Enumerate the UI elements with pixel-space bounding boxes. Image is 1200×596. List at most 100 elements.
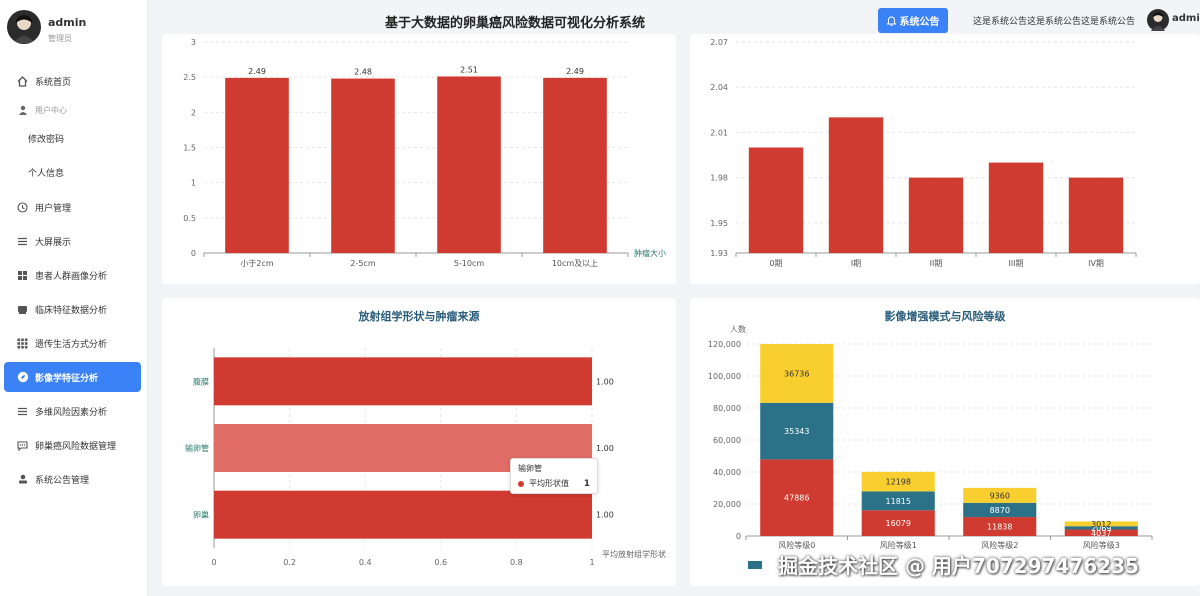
sidebar-item-notice-management[interactable]: 系统公告管理 xyxy=(0,464,148,494)
sidebar-item-label: 修改密码 xyxy=(28,134,65,145)
chart-title: 放射组学形状与肿瘤来源 xyxy=(358,310,480,323)
segment-value-label: 3012 xyxy=(1091,520,1111,529)
sidebar-item-label: 临床特征数据分析 xyxy=(35,305,108,316)
segment-value-label: 8870 xyxy=(990,506,1010,515)
y-tick-label: 2.07 xyxy=(710,38,728,47)
y-tick-label: 3 xyxy=(191,38,196,47)
card-icon xyxy=(16,303,29,316)
notice-button-label: 系统公告 xyxy=(899,17,940,28)
bar-value-label: 2.49 xyxy=(566,67,584,76)
sidebar-item-risk-factors[interactable]: 多维风险因素分析 xyxy=(0,396,148,426)
sidebar-item-user-management[interactable]: 用户管理 xyxy=(0,192,148,222)
x-tick-label: III期 xyxy=(1008,259,1023,268)
stage-bar-chart: 1.93 1.95 1.98 2.01 2.04 2.07 0期 I期 II期 III期 IV期 xyxy=(710,38,1137,268)
sidebar-item-label: 个人信息 xyxy=(28,168,65,179)
x-tick-label: 0.6 xyxy=(434,558,447,567)
radiomics-horizontal-bar-chart: 0 0.2 0.4 0.6 0.8 1 卵巢 1.00 输卵管 1.00 腹膜 1.00 平均放射组学形… xyxy=(185,348,666,567)
segment-value-label: 9360 xyxy=(990,491,1010,500)
y-tick-label: 卵巢 xyxy=(193,510,209,520)
y-tick-label: 100,000 xyxy=(708,372,741,381)
bar-value-label: 1.00 xyxy=(596,444,614,453)
y-tick-label: 0 xyxy=(736,532,741,541)
y-tick-label: 60,000 xyxy=(713,436,741,445)
sidebar-item-label: 用户管理 xyxy=(35,203,72,214)
enhancement-stacked-bar-chart: 0 20,000 40,000 60,000 80,000 100,000 120,000 人… xyxy=(708,324,1153,550)
sidebar-item-label: 患者人群画像分析 xyxy=(35,271,108,282)
system-notice-button[interactable]: 系统公告 xyxy=(878,8,948,33)
person-icon xyxy=(16,473,29,486)
sidebar-item-home[interactable]: 系统首页 xyxy=(0,66,148,96)
x-tick-label: 10cm及以上 xyxy=(552,259,598,268)
x-axis-label: 平均放射组学形状 xyxy=(602,549,666,559)
y-tick-label: 2.04 xyxy=(710,83,728,92)
x-tick-label: I期 xyxy=(851,259,861,268)
x-tick-label: 风险等级2 xyxy=(981,540,1018,550)
list-icon xyxy=(16,405,29,418)
y-tick-label: 1.93 xyxy=(710,249,728,258)
bar xyxy=(988,162,1044,253)
sidebar-item-big-screen[interactable]: 大屏展示 xyxy=(0,226,148,256)
x-tick-label: 风险等级0 xyxy=(778,540,815,550)
segment-value-label: 35343 xyxy=(784,427,809,436)
header-user-name: admin xyxy=(1172,13,1200,24)
notice-marquee: 这是系统公告这是系统公告这是系统公告 xyxy=(973,17,1136,27)
user-name: admin xyxy=(48,16,87,29)
sidebar-item-change-password[interactable]: 修改密码 xyxy=(0,123,148,153)
bar xyxy=(331,78,395,253)
bar xyxy=(543,77,607,253)
sidebar-item-patient-profile[interactable]: 患者人群画像分析 xyxy=(0,260,148,290)
y-tick-label: 20,000 xyxy=(713,500,741,509)
chart-title: 影像增强模式与风险等级 xyxy=(884,310,1006,323)
bar xyxy=(908,177,964,253)
chart-panel-enhancement: 影像增强模式与风险等级 0 20,000 40,000 60,000 80,000 100… xyxy=(690,298,1200,586)
tumor-size-bar-chart: 0 0.5 1 1.5 2 2.5 3 2.49 小于2cm 2.48 2-5cm 2.51 5-10c… xyxy=(183,38,666,268)
sidebar-item-label: 卵巢癌风险数据管理 xyxy=(35,441,117,452)
bar-value-label: 1.00 xyxy=(596,511,614,520)
chat-icon xyxy=(16,439,29,452)
sidebar: admin 管理员 系统首页 用户中心 修改密码 个人信息 用户管理 大屏展示 … xyxy=(0,0,148,596)
bar-value-label: 2.49 xyxy=(248,67,266,76)
y-tick-label: 1.98 xyxy=(710,174,728,183)
segment-value-label: 11815 xyxy=(886,497,911,506)
bar xyxy=(828,117,884,253)
user-icon xyxy=(16,104,29,117)
sidebar-item-genetic-lifestyle[interactable]: 遗传生活方式分析 xyxy=(0,328,148,358)
bar xyxy=(437,76,501,253)
x-tick-label: 0.2 xyxy=(283,558,296,567)
bell-icon xyxy=(886,15,896,26)
x-tick-label: 1 xyxy=(589,558,594,567)
segment-value-label: 11838 xyxy=(987,523,1012,532)
legend-partial xyxy=(748,556,778,569)
x-tick-label: IV期 xyxy=(1088,259,1104,268)
list-icon xyxy=(16,235,29,248)
y-tick-label: 2 xyxy=(191,108,196,117)
x-tick-label: 0期 xyxy=(769,259,782,268)
page-title: 基于大数据的卵巢癌风险数据可视化分析系统 xyxy=(385,16,646,31)
y-tick-label: 2.01 xyxy=(710,128,728,137)
chart-panel-tumor-size: 0 0.5 1 1.5 2 2.5 3 2.49 小于2cm 2.48 2-5cm 2.51 5-10c… xyxy=(162,34,676,284)
clock-icon xyxy=(16,201,29,214)
sidebar-item-profile[interactable]: 个人信息 xyxy=(0,157,148,187)
apps-icon xyxy=(16,337,29,350)
y-axis-label: 人数 xyxy=(730,324,746,334)
bar-value-label: 1.00 xyxy=(596,377,614,386)
sidebar-item-risk-data-management[interactable]: 卵巢癌风险数据管理 xyxy=(0,430,148,460)
sidebar-item-clinical-analysis[interactable]: 临床特征数据分析 xyxy=(0,294,148,324)
avatar xyxy=(7,10,41,44)
sidebar-item-label: 系统公告管理 xyxy=(35,475,90,486)
header-avatar[interactable] xyxy=(1147,9,1169,31)
watermark: 掘金技术社区 @ 用户707297476235 xyxy=(778,554,1139,578)
sidebar-item-imaging-analysis[interactable]: 影像学特征分析 xyxy=(4,362,141,392)
bar xyxy=(214,357,592,406)
tooltip-series-dot xyxy=(518,480,524,487)
y-tick-label: 120,000 xyxy=(708,340,741,349)
user-profile[interactable]: admin 管理员 xyxy=(7,10,147,50)
x-tick-label: 2-5cm xyxy=(350,259,375,268)
sidebar-item-label: 多维风险因素分析 xyxy=(35,407,108,418)
tooltip-series-name: 平均形状值 xyxy=(529,479,569,488)
y-tick-label: 1.95 xyxy=(710,219,728,228)
bar xyxy=(1068,177,1124,253)
grid-icon xyxy=(16,269,29,282)
sidebar-group-user-center[interactable]: 用户中心 xyxy=(0,96,148,124)
compass-icon xyxy=(16,371,29,384)
